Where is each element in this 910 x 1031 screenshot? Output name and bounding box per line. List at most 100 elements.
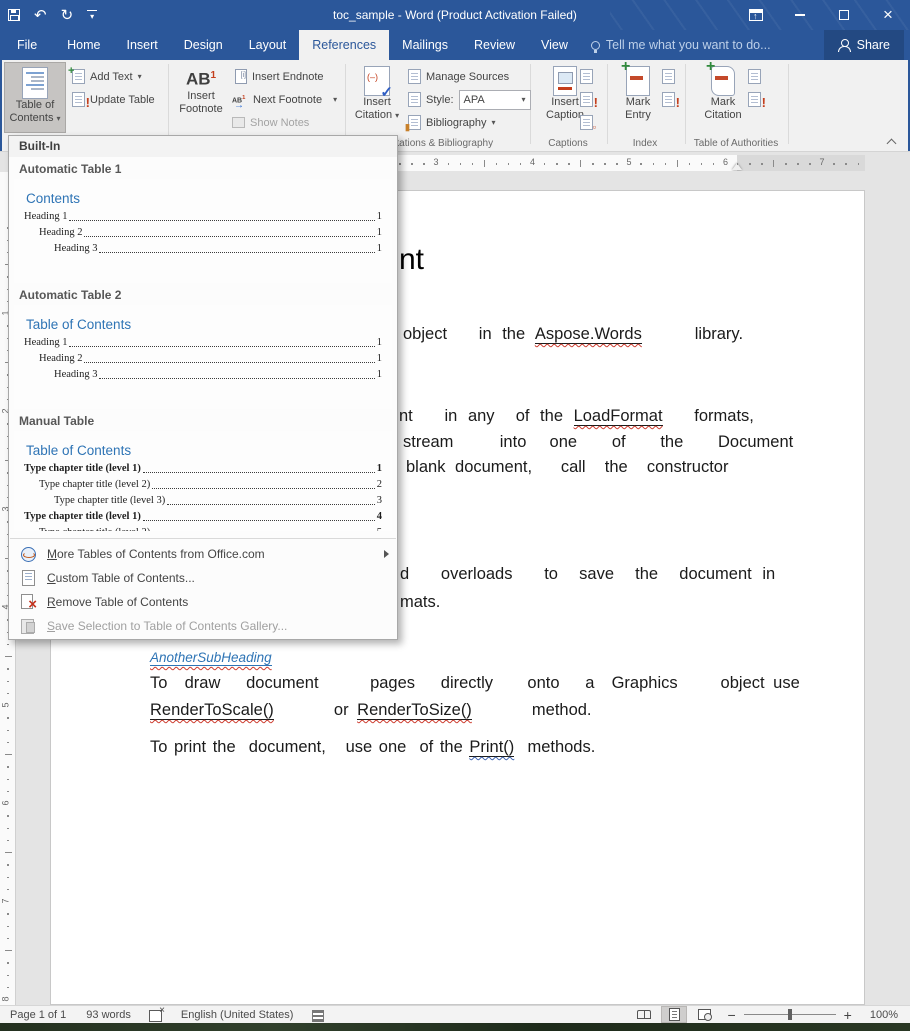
update-table-button[interactable]: ! Update Table: [72, 89, 155, 110]
window-controls: ×: [734, 0, 910, 30]
tab-insert[interactable]: Insert: [114, 30, 171, 60]
gallery-item-manual-table[interactable]: Table of Contents Type chapter title (lev…: [14, 431, 392, 531]
insert-index-button[interactable]: [662, 66, 675, 87]
zoom-level[interactable]: 100%: [860, 1009, 910, 1021]
language-indicator[interactable]: English (United States): [171, 1009, 304, 1021]
web-layout-button[interactable]: [691, 1006, 717, 1023]
insert-footnote-icon: AB1: [186, 66, 216, 90]
tab-view[interactable]: View: [528, 30, 581, 60]
zoom-slider-handle[interactable]: [788, 1009, 792, 1020]
tab-file[interactable]: File: [0, 30, 54, 60]
style-combobox[interactable]: APA▾: [459, 90, 531, 110]
share-button[interactable]: Share: [824, 30, 904, 60]
menu-separator: [10, 538, 396, 539]
doc-icon: [20, 570, 36, 586]
cross-reference-button[interactable]: ▫: [580, 112, 593, 133]
zoom-out-button[interactable]: −: [719, 1007, 743, 1023]
toc-preview-entry: Type chapter title (level 1)1: [22, 461, 384, 477]
manage-sources-icon: [408, 69, 421, 84]
toc-preview-title: Table of Contents: [26, 443, 384, 458]
menu-item-more-tables-of-contents-from-office-com[interactable]: More Tables of Contents from Office.com: [9, 542, 397, 566]
ribbon-display-options-button[interactable]: [734, 0, 778, 30]
show-notes-button[interactable]: Show Notes: [232, 112, 309, 133]
update-figures-table-icon: !: [580, 92, 593, 107]
globe-icon: [20, 546, 36, 562]
mark-citation-icon: [711, 66, 735, 96]
menu-item-remove-table-of-contents[interactable]: Remove Table of Contents: [9, 590, 397, 614]
insert-footnote-button[interactable]: AB1 Insert Footnote: [174, 62, 228, 133]
document-text-line: d overloads to save the document in: [400, 565, 775, 584]
lightbulb-icon: [591, 41, 600, 50]
tab-references[interactable]: References: [299, 30, 389, 60]
tab-layout[interactable]: Layout: [236, 30, 300, 60]
tab-review[interactable]: Review: [461, 30, 528, 60]
titlebar: ↶ ↻ ▾ toc_sample - Word (Product Activat…: [0, 0, 910, 30]
tab-home[interactable]: Home: [54, 30, 113, 60]
group-label-captions: Captions: [538, 138, 598, 149]
manage-sources-button[interactable]: Manage Sources: [408, 66, 509, 87]
update-index-button[interactable]: !: [662, 89, 675, 110]
toc-preview-entry: Type chapter title (level 2)2: [22, 477, 384, 493]
insert-table-of-authorities-button[interactable]: [748, 66, 761, 87]
minimize-button[interactable]: [778, 0, 822, 30]
page-count[interactable]: Page 1 of 1: [0, 1009, 76, 1021]
document-text-line: mats.: [400, 593, 440, 612]
macro-recording-icon[interactable]: [311, 1009, 325, 1021]
insert-citation-button[interactable]: Insert Citation ▾: [350, 62, 404, 133]
insert-table-of-figures-button[interactable]: [580, 66, 593, 87]
dropdown-header: Built-In: [9, 136, 397, 157]
save-icon: [20, 618, 36, 634]
bibliography-button[interactable]: ▮ Bibliography▾: [408, 112, 496, 133]
bibliography-icon: ▮: [408, 115, 421, 130]
document-text-line: nt: [399, 243, 424, 277]
insert-table-of-figures-icon: [580, 69, 593, 84]
zoom-slider[interactable]: [744, 1014, 836, 1015]
remove-icon: [20, 594, 36, 610]
toc-preview-entry: Type chapter title (level 1)4: [22, 509, 384, 525]
style-label: Style:: [426, 94, 454, 106]
show-notes-icon: [232, 117, 245, 128]
update-figures-table-button[interactable]: !: [580, 89, 593, 110]
toc-preview-title: Contents: [26, 191, 384, 206]
insert-index-icon: [662, 69, 675, 84]
insert-table-of-authorities-icon: [748, 69, 761, 84]
add-text-button[interactable]: + Add Text▾: [72, 66, 142, 87]
gallery-item-automatic-table-2[interactable]: Table of ContentsHeading 11Heading 21Hea…: [14, 305, 392, 409]
insert-citation-label-2: Citation ▾: [355, 109, 399, 122]
table-of-contents-icon: [22, 67, 48, 99]
print-layout-button[interactable]: [661, 1006, 687, 1023]
update-authorities-table-button[interactable]: !: [748, 89, 761, 110]
mark-citation-button[interactable]: Mark Citation: [696, 62, 750, 133]
toc-preview-entry: Heading 31: [22, 367, 384, 383]
style-icon: [408, 92, 421, 107]
person-icon: [838, 39, 850, 51]
document-text-line: To draw document pages directly onto a G…: [150, 674, 800, 693]
tab-mailings[interactable]: Mailings: [389, 30, 461, 60]
menu-item-custom-table-of-contents[interactable]: Custom Table of Contents...: [9, 566, 397, 590]
group-label-index: Index: [622, 138, 668, 149]
cross-reference-icon: ▫: [580, 115, 593, 130]
tab-design[interactable]: Design: [171, 30, 236, 60]
insert-endnote-button[interactable]: Insert Endnote: [232, 66, 324, 87]
toc-preview-entry: Heading 21: [22, 351, 384, 367]
collapse-ribbon-icon[interactable]: [888, 137, 896, 145]
tell-me-box[interactable]: Tell me what you want to do...: [591, 30, 771, 60]
gallery-item-automatic-table-1[interactable]: ContentsHeading 11Heading 21Heading 31: [14, 179, 392, 283]
toc-preview-title: Table of Contents: [26, 317, 384, 332]
zoom-in-button[interactable]: +: [836, 1007, 860, 1023]
desktop-edge-strip: [0, 1023, 910, 1031]
status-bar: Page 1 of 1 93 words English (United Sta…: [0, 1005, 910, 1023]
document-text-line: RenderToScale() or RenderToSize() method…: [150, 701, 592, 720]
gallery-section-label: Manual Table: [9, 414, 397, 429]
maximize-button[interactable]: [822, 0, 866, 30]
toc-dropdown-menu: Built-In Automatic Table 1ContentsHeadin…: [8, 135, 398, 640]
next-footnote-button[interactable]: AB1 Next Footnote▾: [232, 89, 337, 110]
word-count[interactable]: 93 words: [76, 1009, 141, 1021]
style-row: Style: APA▾: [408, 89, 531, 110]
close-button[interactable]: ×: [866, 0, 910, 30]
read-mode-button[interactable]: [631, 1006, 657, 1023]
mark-entry-button[interactable]: Mark Entry: [614, 62, 662, 133]
document-text-line: stream into one of the Document: [403, 433, 793, 452]
table-of-contents-button[interactable]: Table of Contents ▾: [4, 62, 66, 133]
proofing-errors-icon[interactable]: [149, 1009, 163, 1021]
